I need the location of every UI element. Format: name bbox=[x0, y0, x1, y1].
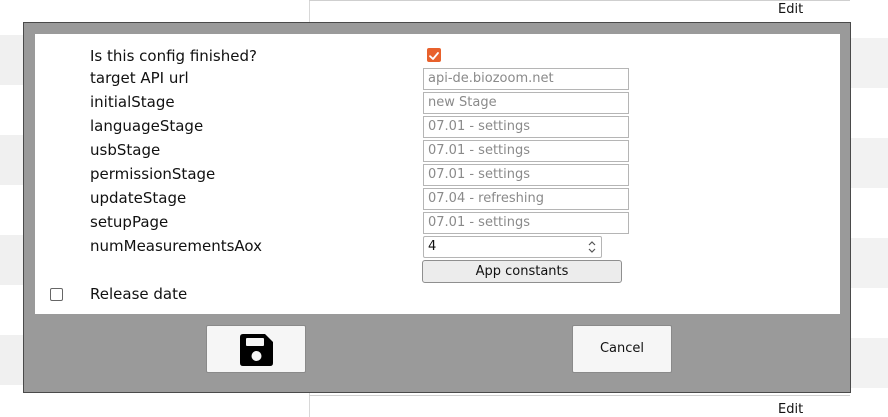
num-measurements-label: numMeasurementsAox bbox=[90, 237, 263, 255]
check-icon bbox=[429, 52, 439, 60]
target-api-url-input[interactable]: api-de.biozoom.net bbox=[423, 68, 629, 90]
save-button[interactable] bbox=[206, 325, 306, 373]
finished-label: Is this config finished? bbox=[90, 47, 257, 65]
language-stage-label: languageStage bbox=[90, 117, 204, 135]
release-date-checkbox[interactable] bbox=[50, 288, 63, 301]
target-api-url-label: target API url bbox=[90, 69, 189, 87]
permission-stage-label: permissionStage bbox=[90, 165, 216, 183]
usb-stage-label: usbStage bbox=[90, 141, 161, 159]
language-stage-input[interactable]: 07.01 - settings bbox=[423, 116, 629, 138]
num-measurements-input[interactable]: 4 bbox=[423, 236, 602, 258]
spinner-arrows-icon[interactable] bbox=[586, 239, 598, 255]
initial-stage-label: initialStage bbox=[90, 93, 175, 111]
bg-divider bbox=[309, 0, 888, 1]
dialog-body: Is this config finished? target API url … bbox=[35, 34, 840, 314]
bg-row bbox=[850, 238, 888, 288]
update-stage-input[interactable]: 07.04 - refreshing bbox=[423, 188, 629, 210]
release-date-label: Release date bbox=[90, 285, 188, 303]
setup-page-input[interactable]: 07.01 - settings bbox=[423, 212, 629, 234]
app-constants-button[interactable]: App constants bbox=[422, 260, 622, 283]
finished-checkbox[interactable] bbox=[427, 48, 441, 62]
edit-link[interactable]: Edit bbox=[778, 2, 803, 17]
bg-divider bbox=[309, 395, 888, 396]
config-dialog: Is this config finished? target API url … bbox=[23, 22, 851, 393]
bg-row bbox=[850, 338, 888, 388]
usb-stage-input[interactable]: 07.01 - settings bbox=[423, 140, 629, 162]
cancel-button[interactable]: Cancel bbox=[572, 325, 672, 373]
bg-row bbox=[850, 38, 888, 88]
bg-row bbox=[850, 138, 888, 188]
initial-stage-input[interactable]: new Stage bbox=[423, 92, 629, 114]
num-measurements-value: 4 bbox=[428, 239, 437, 254]
edit-link[interactable]: Edit bbox=[778, 402, 803, 417]
permission-stage-input[interactable]: 07.01 - settings bbox=[423, 164, 629, 186]
update-stage-label: updateStage bbox=[90, 189, 187, 207]
setup-page-label: setupPage bbox=[90, 213, 169, 231]
floppy-disk-icon bbox=[240, 334, 273, 366]
